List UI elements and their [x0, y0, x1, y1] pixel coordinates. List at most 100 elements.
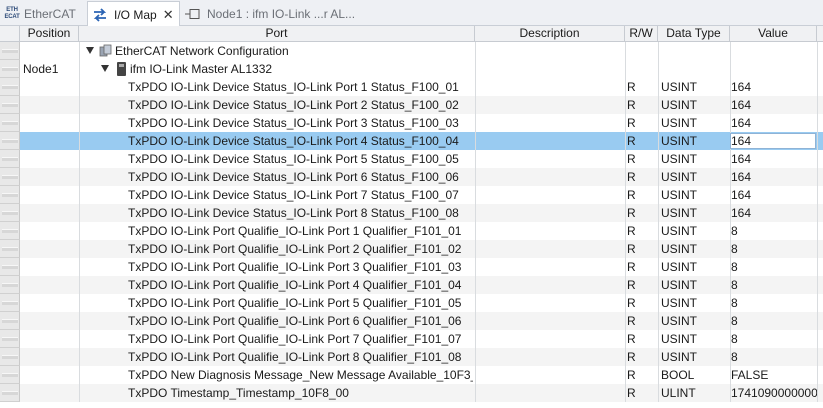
- table-row[interactable]: TxPDO Timestamp_Timestamp_10F8_00 R ULINT 1…: [0, 384, 823, 402]
- row-handle[interactable]: [0, 366, 20, 384]
- column-divider: [625, 60, 626, 78]
- row-handle[interactable]: [0, 204, 20, 222]
- column-divider: [817, 132, 818, 150]
- row-handle[interactable]: [0, 150, 20, 168]
- column-divider: [658, 276, 659, 294]
- column-divider: [817, 96, 818, 114]
- row-handle[interactable]: [0, 168, 20, 186]
- column-divider: [817, 222, 818, 240]
- value-field[interactable]: [731, 61, 815, 77]
- row-handle[interactable]: [0, 258, 20, 276]
- tree-row-network-configuration[interactable]: EtherCAT Network Configuration: [0, 42, 823, 60]
- table-row[interactable]: TxPDO IO-Link Device Status_IO-Link Port…: [0, 150, 823, 168]
- table-row[interactable]: TxPDO IO-Link Device Status_IO-Link Port…: [0, 186, 823, 204]
- table-row[interactable]: TxPDO IO-Link Port Qualifie_IO-Link Port…: [0, 330, 823, 348]
- column-divider: [658, 348, 659, 366]
- column-header-port[interactable]: Port: [79, 26, 475, 42]
- row-handle[interactable]: [0, 186, 20, 204]
- port-name: TxPDO IO-Link Device Status_IO-Link Port…: [128, 170, 459, 184]
- table-row[interactable]: TxPDO IO-Link Device Status_IO-Link Port…: [0, 168, 823, 186]
- row-handle[interactable]: [0, 294, 20, 312]
- tab-ethercat[interactable]: ETH ECAT EtherCAT: [0, 2, 86, 26]
- column-divider: [817, 150, 818, 168]
- collapse-arrow-icon[interactable]: [86, 47, 94, 54]
- column-divider: [79, 222, 80, 240]
- value-cell: 8: [731, 242, 738, 256]
- column-divider: [475, 294, 476, 312]
- column-divider: [475, 276, 476, 294]
- column-header-description[interactable]: Description: [475, 26, 625, 42]
- column-divider: [475, 96, 476, 114]
- table-row[interactable]: TxPDO IO-Link Port Qualifie_IO-Link Port…: [0, 294, 823, 312]
- column-divider: [79, 330, 80, 348]
- grid-header: Position Port Description R/W Data Type …: [0, 26, 823, 42]
- tree-row-node1[interactable]: Node1 ifm IO-Link Master AL1332: [0, 60, 823, 78]
- column-divider: [658, 240, 659, 258]
- column-divider: [79, 258, 80, 276]
- tree-root-label: EtherCAT Network Configuration: [115, 44, 289, 58]
- row-handle[interactable]: [0, 60, 20, 78]
- column-divider: [79, 312, 80, 330]
- column-divider: [658, 42, 659, 60]
- row-handle[interactable]: [0, 348, 20, 366]
- port-name: TxPDO IO-Link Port Qualifie_IO-Link Port…: [128, 260, 462, 274]
- row-handle[interactable]: [0, 384, 20, 402]
- header-filler: [817, 26, 823, 42]
- column-divider: [79, 132, 80, 150]
- column-divider: [79, 204, 80, 222]
- row-handle[interactable]: [0, 132, 20, 150]
- column-divider: [475, 222, 476, 240]
- table-row[interactable]: TxPDO IO-Link Port Qualifie_IO-Link Port…: [0, 312, 823, 330]
- port-name: TxPDO IO-Link Port Qualifie_IO-Link Port…: [128, 278, 462, 292]
- table-row[interactable]: TxPDO IO-Link Port Qualifie_IO-Link Port…: [0, 222, 823, 240]
- port-name: TxPDO IO-Link Port Qualifie_IO-Link Port…: [128, 242, 462, 256]
- column-divider: [658, 222, 659, 240]
- row-handle[interactable]: [0, 240, 20, 258]
- tab-node1[interactable]: Node1 : ifm IO-Link ...r AL...: [181, 2, 366, 26]
- table-row[interactable]: TxPDO IO-Link Port Qualifie_IO-Link Port…: [0, 276, 823, 294]
- table-row[interactable]: TxPDO IO-Link Device Status_IO-Link Port…: [0, 204, 823, 222]
- node-icon: [185, 9, 200, 19]
- row-handle[interactable]: [0, 114, 20, 132]
- datatype-cell: USINT: [661, 260, 697, 274]
- row-handle[interactable]: [0, 96, 20, 114]
- column-header-rw[interactable]: R/W: [625, 26, 658, 42]
- row-handle[interactable]: [0, 42, 20, 60]
- row-handle[interactable]: [0, 312, 20, 330]
- table-row[interactable]: TxPDO IO-Link Port Qualifie_IO-Link Port…: [0, 348, 823, 366]
- table-row[interactable]: TxPDO IO-Link Device Status_IO-Link Port…: [0, 78, 823, 96]
- row-handle[interactable]: [0, 222, 20, 240]
- column-divider: [475, 384, 476, 402]
- column-divider: [625, 204, 626, 222]
- collapse-arrow-icon[interactable]: [101, 65, 109, 72]
- column-divider: [817, 114, 818, 132]
- row-handle[interactable]: [0, 78, 20, 96]
- value-cell: 8: [731, 224, 738, 238]
- table-row[interactable]: TxPDO IO-Link Device Status_IO-Link Port…: [0, 132, 823, 150]
- column-divider: [625, 240, 626, 258]
- column-divider: [817, 204, 818, 222]
- value-cell: 8: [731, 296, 738, 310]
- table-row[interactable]: TxPDO IO-Link Device Status_IO-Link Port…: [0, 96, 823, 114]
- table-row[interactable]: TxPDO New Diagnosis Message_New Message …: [0, 366, 823, 384]
- value-cell: 164: [731, 170, 752, 184]
- rw-cell: R: [627, 350, 636, 364]
- close-tab-icon[interactable]: ✕: [163, 7, 174, 23]
- column-divider: [625, 168, 626, 186]
- column-header-datatype[interactable]: Data Type: [658, 26, 730, 42]
- tab-io-map[interactable]: I/O Map ✕: [87, 1, 180, 27]
- table-row[interactable]: TxPDO IO-Link Device Status_IO-Link Port…: [0, 114, 823, 132]
- port-name: TxPDO IO-Link Device Status_IO-Link Port…: [128, 152, 459, 166]
- column-header-position[interactable]: Position: [20, 26, 79, 42]
- column-header-value[interactable]: Value: [730, 26, 817, 42]
- table-row[interactable]: TxPDO IO-Link Port Qualifie_IO-Link Port…: [0, 240, 823, 258]
- value-cell: FALSE: [731, 368, 769, 382]
- column-divider: [625, 258, 626, 276]
- value-cell: 8: [731, 332, 738, 346]
- column-divider: [625, 294, 626, 312]
- table-row[interactable]: TxPDO IO-Link Port Qualifie_IO-Link Port…: [0, 258, 823, 276]
- row-handle[interactable]: [0, 276, 20, 294]
- row-handle[interactable]: [0, 330, 20, 348]
- column-divider: [658, 204, 659, 222]
- tab-label: I/O Map: [114, 7, 157, 22]
